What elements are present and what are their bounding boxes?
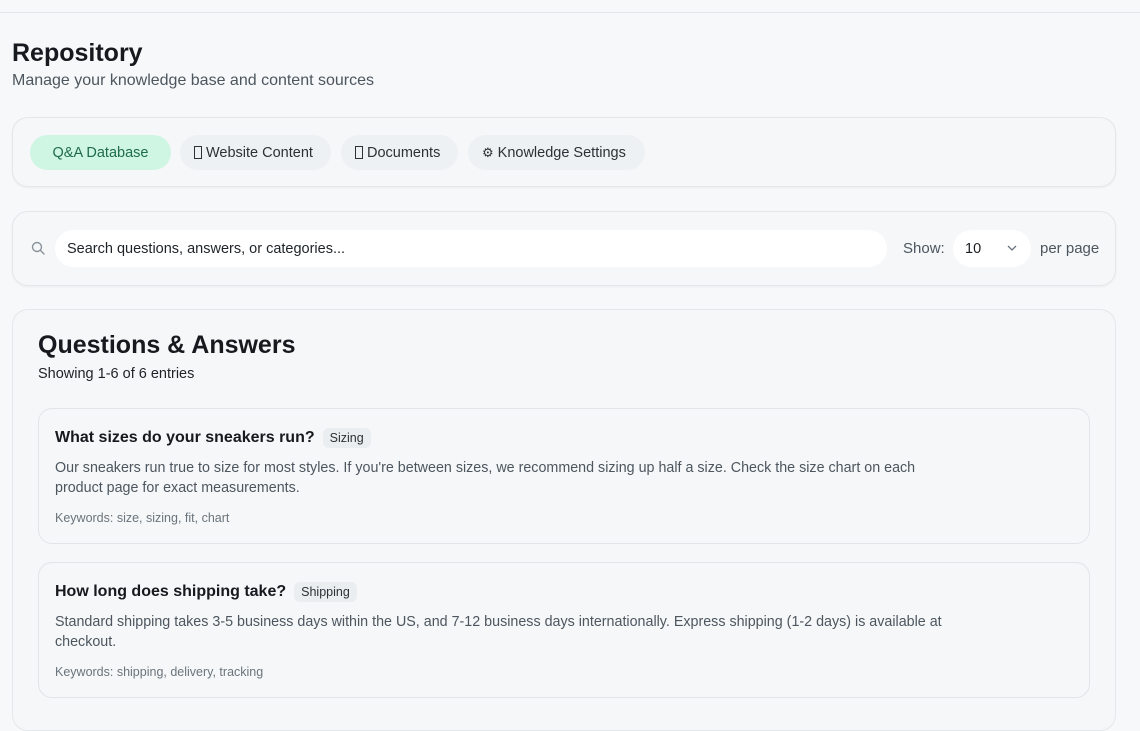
qa-item[interactable]: What sizes do your sneakers run? Sizing … [38, 408, 1090, 544]
qa-card: Questions & Answers Showing 1-6 of 6 ent… [12, 309, 1116, 731]
qa-item[interactable]: How long does shipping take? Shipping St… [38, 562, 1090, 698]
search-input[interactable] [55, 230, 887, 267]
tab-website-content[interactable]: Website Content [180, 135, 331, 170]
qa-title: Questions & Answers [38, 331, 296, 359]
qa-keywords: Keywords: size, sizing, fit, chart [55, 511, 230, 525]
tab-qa-database-label: Q&A Database [52, 144, 149, 161]
chevron-down-icon [1007, 245, 1017, 251]
page-subtitle: Manage your knowledge base and content s… [12, 72, 375, 89]
tab-documents[interactable]: Documents [341, 135, 458, 170]
show-label: Show: [903, 240, 945, 257]
per-page-label: per page [1040, 240, 1100, 257]
qa-answer: Our sneakers run true to size for most s… [55, 460, 916, 496]
page-title: Repository [12, 39, 143, 67]
per-page-select[interactable]: 10 [953, 230, 1031, 267]
qa-question: How long does shipping take? [55, 583, 287, 600]
qa-answer: Standard shipping takes 3-5 business day… [55, 614, 942, 650]
qa-question: What sizes do your sneakers run? [55, 429, 315, 446]
tab-documents-label: Documents [367, 144, 441, 161]
qa-question-row: What sizes do your sneakers run? Sizing [55, 428, 371, 448]
search-icon [31, 241, 45, 255]
tab-knowledge-settings[interactable]: ⚙ Knowledge Settings [468, 135, 645, 170]
tabs-card: Q&A Database Website Content Documents ⚙… [12, 117, 1116, 187]
missing-glyph-icon [355, 146, 363, 159]
missing-glyph-icon [194, 146, 202, 159]
category-badge: Sizing [322, 428, 371, 448]
top-bar [0, 0, 1140, 13]
qa-question-row: How long does shipping take? Shipping [55, 582, 357, 602]
gear-icon: ⚙ [482, 144, 494, 160]
per-page-value: 10 [965, 240, 982, 257]
tab-website-content-label: Website Content [206, 144, 313, 161]
tab-knowledge-settings-label: Knowledge Settings [497, 144, 626, 161]
tab-qa-database[interactable]: Q&A Database [30, 135, 171, 170]
category-badge: Shipping [294, 582, 357, 602]
qa-keywords: Keywords: shipping, delivery, tracking [55, 665, 264, 679]
search-card: Show: 10 per page [12, 211, 1116, 286]
entries-count: Showing 1-6 of 6 entries [38, 366, 195, 382]
